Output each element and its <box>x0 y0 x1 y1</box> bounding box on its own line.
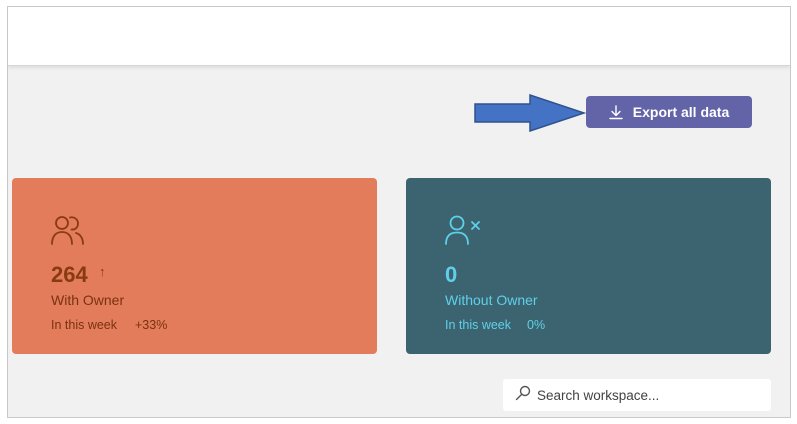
without-owner-card[interactable]: 0 Without Owner In this week 0% <box>406 178 771 354</box>
search-icon <box>515 385 531 406</box>
person-remove-icon <box>444 214 482 253</box>
with-owner-card[interactable]: 264 ↑ With Owner In this week +33% <box>12 178 377 354</box>
with-owner-label: With Owner <box>51 292 125 308</box>
without-owner-delta: 0% <box>527 318 546 332</box>
people-icon <box>50 214 86 253</box>
without-owner-label: Without Owner <box>445 292 538 308</box>
search-input[interactable] <box>537 387 757 403</box>
app-window: Export all data 264 ↑ With Owner In this… <box>7 6 791 418</box>
without-owner-count: 0 <box>445 262 458 287</box>
trend-up-icon: ↑ <box>99 264 106 279</box>
search-box[interactable] <box>503 379 771 411</box>
download-icon <box>609 104 623 120</box>
with-owner-count: 264 <box>51 262 88 287</box>
without-owner-period: In this week <box>445 318 512 332</box>
annotation-arrow <box>474 94 586 132</box>
export-all-data-button[interactable]: Export all data <box>586 96 752 128</box>
with-owner-period: In this week <box>51 318 118 332</box>
top-bar <box>8 7 790 66</box>
export-button-label: Export all data <box>632 104 730 120</box>
with-owner-delta: +33% <box>135 318 168 332</box>
